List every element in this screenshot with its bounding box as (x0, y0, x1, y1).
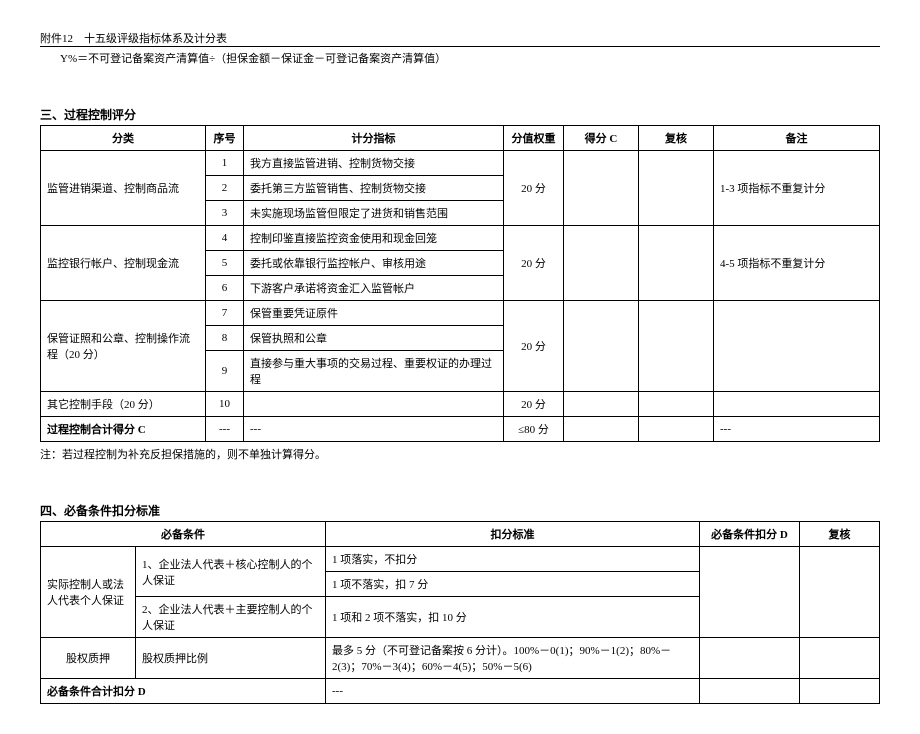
cell-indicator (244, 392, 504, 417)
cell-review (639, 417, 714, 442)
th-category: 分类 (41, 126, 206, 151)
table-row: 监管进销渠道、控制商品流 1 我方直接监管进销、控制货物交接 20 分 1-3 … (41, 151, 880, 176)
section4-title: 四、必备条件扣分标准 (40, 502, 880, 519)
cell-deduct (700, 679, 800, 704)
cell-std: 最多 5 分（不可登记备案按 6 分计）。100%－0(1)；90%－1(2)；… (326, 638, 700, 679)
cell-deduct (700, 547, 800, 638)
table-header-row: 必备条件 扣分标准 必备条件扣分 D 复核 (41, 522, 880, 547)
section4-table: 必备条件 扣分标准 必备条件扣分 D 复核 实际控制人或法人代表个人保证 1、企… (40, 521, 880, 704)
cell-cat: 实际控制人或法人代表个人保证 (41, 547, 136, 638)
cell-weight: 20 分 (504, 151, 564, 226)
cell-review (800, 638, 880, 679)
cell-std: 1 项不落实，扣 7 分 (326, 572, 700, 597)
cell-weight: ≤80 分 (504, 417, 564, 442)
cell-dash: --- (326, 679, 700, 704)
cell-review (639, 151, 714, 226)
cell-review (639, 301, 714, 392)
table-total-row: 必备条件合计扣分 D --- (41, 679, 880, 704)
cell-weight: 20 分 (504, 301, 564, 392)
cell-indicator: 直接参与重大事项的交易过程、重要权证的办理过程 (244, 351, 504, 392)
th-review: 复核 (800, 522, 880, 547)
cell-indicator: 保管执照和公章 (244, 326, 504, 351)
cell-seq: 10 (206, 392, 244, 417)
cell-scorec (564, 417, 639, 442)
cell-indicator: 下游客户承诺将资金汇入监管帐户 (244, 276, 504, 301)
cell-indicator: --- (244, 417, 504, 442)
cell-category: 其它控制手段（20 分） (41, 392, 206, 417)
section3-title: 三、过程控制评分 (40, 106, 880, 123)
cell-std: 1 项落实，不扣分 (326, 547, 700, 572)
cell-scorec (564, 151, 639, 226)
th-review: 复核 (639, 126, 714, 151)
table-row: 保管证照和公章、控制操作流程（20 分） 7 保管重要凭证原件 20 分 (41, 301, 880, 326)
cell-review (639, 392, 714, 417)
cell-indicator: 控制印鉴直接监控资金使用和现金回笼 (244, 226, 504, 251)
cell-remark: --- (714, 417, 880, 442)
cell-indicator: 我方直接监管进销、控制货物交接 (244, 151, 504, 176)
cell-remark (714, 301, 880, 392)
th-weight: 分值权重 (504, 126, 564, 151)
cell-scorec (564, 226, 639, 301)
cell-seq: --- (206, 417, 244, 442)
cell-remark (714, 392, 880, 417)
cell-seq: 9 (206, 351, 244, 392)
table-row: 监控银行帐户、控制现金流 4 控制印鉴直接监控资金使用和现金回笼 20 分 4-… (41, 226, 880, 251)
table-row: 股权质押 股权质押比例 最多 5 分（不可登记备案按 6 分计）。100%－0(… (41, 638, 880, 679)
th-deductd: 必备条件扣分 D (700, 522, 800, 547)
cell-seq: 7 (206, 301, 244, 326)
cell-seq: 8 (206, 326, 244, 351)
cell-scorec (564, 392, 639, 417)
cell-deduct (700, 638, 800, 679)
cell-cond: 股权质押比例 (136, 638, 326, 679)
cell-category: 监控银行帐户、控制现金流 (41, 226, 206, 301)
cell-cond: 1、企业法人代表＋核心控制人的个人保证 (136, 547, 326, 597)
formula-line: Y%＝不可登记备案资产清算值÷（担保金额－保证金－可登记备案资产清算值） (40, 48, 880, 66)
cell-seq: 3 (206, 201, 244, 226)
th-seq: 序号 (206, 126, 244, 151)
cell-indicator: 委托第三方监管销售、控制货物交接 (244, 176, 504, 201)
cell-category: 保管证照和公章、控制操作流程（20 分） (41, 301, 206, 392)
cell-remark: 1-3 项指标不重复计分 (714, 151, 880, 226)
th-standard: 扣分标准 (326, 522, 700, 547)
cell-indicator: 未实施现场监管但限定了进货和销售范围 (244, 201, 504, 226)
cell-indicator: 委托或依靠银行监控帐户、审核用途 (244, 251, 504, 276)
cell-seq: 1 (206, 151, 244, 176)
cell-review (639, 226, 714, 301)
cell-category: 过程控制合计得分 C (41, 417, 206, 442)
table-row: 实际控制人或法人代表个人保证 1、企业法人代表＋核心控制人的个人保证 1 项落实… (41, 547, 880, 572)
th-condition: 必备条件 (41, 522, 326, 547)
th-scorec: 得分 C (564, 126, 639, 151)
cell-remark: 4-5 项指标不重复计分 (714, 226, 880, 301)
cell-scorec (564, 301, 639, 392)
th-remark: 备注 (714, 126, 880, 151)
section3-table: 分类 序号 计分指标 分值权重 得分 C 复核 备注 监管进销渠道、控制商品流 … (40, 125, 880, 442)
section3-note: 注：若过程控制为补充反担保措施的，则不单独计算得分。 (40, 446, 880, 462)
cell-weight: 20 分 (504, 226, 564, 301)
cell-total-label: 必备条件合计扣分 D (41, 679, 326, 704)
cell-seq: 6 (206, 276, 244, 301)
cell-seq: 5 (206, 251, 244, 276)
cell-review (800, 547, 880, 638)
table-total-row: 过程控制合计得分 C --- --- ≤80 分 --- (41, 417, 880, 442)
table-row: 其它控制手段（20 分） 10 20 分 (41, 392, 880, 417)
cell-cond: 2、企业法人代表＋主要控制人的个人保证 (136, 597, 326, 638)
cell-std: 1 项和 2 项不落实，扣 10 分 (326, 597, 700, 638)
table-header-row: 分类 序号 计分指标 分值权重 得分 C 复核 备注 (41, 126, 880, 151)
cell-seq: 4 (206, 226, 244, 251)
cell-indicator: 保管重要凭证原件 (244, 301, 504, 326)
cell-category: 监管进销渠道、控制商品流 (41, 151, 206, 226)
th-indicator: 计分指标 (244, 126, 504, 151)
cell-weight: 20 分 (504, 392, 564, 417)
cell-review (800, 679, 880, 704)
page-header: 附件12 十五级评级指标体系及计分表 (40, 30, 880, 47)
cell-seq: 2 (206, 176, 244, 201)
cell-cat: 股权质押 (41, 638, 136, 679)
